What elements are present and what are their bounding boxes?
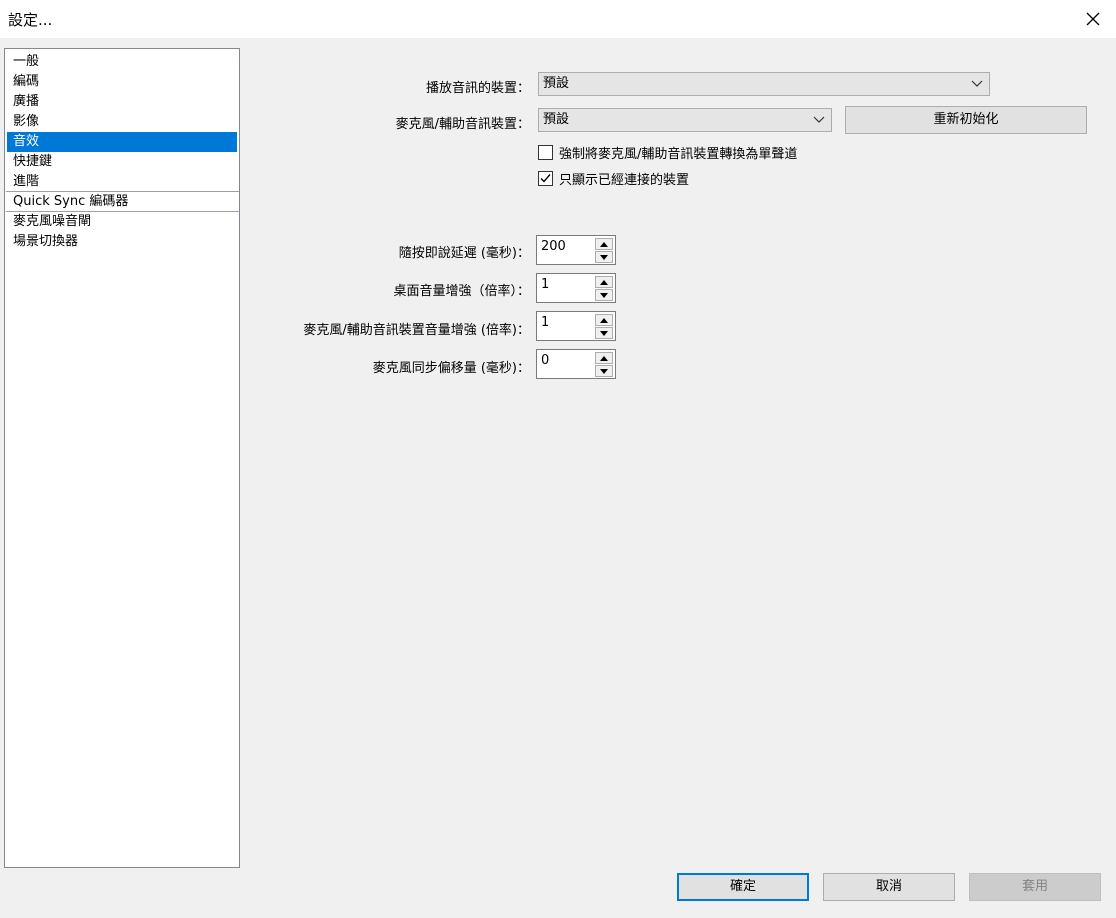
spin-down-button[interactable] [595, 327, 613, 339]
mic-device-label: 麥克風/輔助音訊裝置： [395, 117, 530, 132]
desktop-boost-label: 桌面音量增強（倍率）： [393, 284, 530, 299]
checkmark-icon [540, 173, 551, 183]
sidebar-item-general[interactable]: 一般 [7, 52, 237, 72]
only-connected-label: 只顯示已經連接的裝置 [559, 172, 690, 188]
desktop-boost-spinbox[interactable]: 1 [536, 273, 616, 303]
sidebar-item-broadcast[interactable]: 廣播 [7, 92, 237, 112]
mic-boost-spinbox[interactable]: 1 [536, 311, 616, 341]
spin-up-button[interactable] [595, 314, 613, 326]
reinitialize-button[interactable]: 重新初始化 [845, 106, 1087, 134]
mic-offset-label: 麥克風同步偏移量 (毫秒)： [372, 361, 530, 376]
mic-boost-label: 麥克風/輔助音訊裝置音量增強 (倍率)： [303, 323, 530, 338]
spin-down-button[interactable] [595, 251, 613, 263]
arrow-down-icon [600, 368, 608, 374]
sidebar-item-noise-gate[interactable]: 麥克風噪音閘 [7, 212, 237, 232]
arrow-down-icon [600, 330, 608, 336]
sidebar-item-video[interactable]: 影像 [7, 112, 237, 132]
only-connected-option[interactable]: 只顯示已經連接的裝置 [538, 169, 690, 188]
arrow-down-icon [600, 254, 608, 260]
chevron-down-icon [813, 116, 825, 123]
arrow-up-icon [600, 241, 608, 247]
window-title: 設定... [8, 11, 53, 29]
cancel-button[interactable]: 取消 [823, 873, 955, 901]
sidebar-item-quick-sync[interactable]: Quick Sync 編碼器 [7, 192, 237, 212]
close-icon [1086, 12, 1100, 26]
playback-device-select[interactable]: 預設 [538, 72, 990, 96]
playback-device-label: 播放音訊的裝置： [425, 81, 530, 96]
apply-button: 套用 [969, 873, 1101, 901]
mic-offset-value: 0 [541, 353, 550, 368]
sidebar-item-advanced[interactable]: 進階 [7, 172, 237, 192]
force-mono-option[interactable]: 強制將麥克風/輔助音訊裝置轉換為單聲道 [538, 143, 798, 162]
spin-up-button[interactable] [595, 276, 613, 288]
sidebar-item-encoding[interactable]: 編碼 [7, 72, 237, 92]
ok-button[interactable]: 確定 [677, 873, 809, 901]
arrow-up-icon [600, 279, 608, 285]
mic-device-value: 預設 [543, 112, 570, 127]
close-button[interactable] [1070, 0, 1116, 38]
mic-boost-value: 1 [541, 315, 550, 330]
mic-offset-spinbox[interactable]: 0 [536, 349, 616, 379]
mic-device-select[interactable]: 預設 [538, 108, 832, 132]
playback-device-value: 預設 [543, 76, 570, 91]
only-connected-checkbox[interactable] [538, 170, 553, 186]
chevron-down-icon [971, 80, 983, 87]
settings-category-list[interactable]: 一般 編碼 廣播 影像 音效 快捷鍵 進階 Quick Sync 編碼器 麥克風… [4, 48, 240, 868]
spin-down-button[interactable] [595, 289, 613, 301]
desktop-boost-value: 1 [541, 277, 550, 292]
spin-up-button[interactable] [595, 352, 613, 364]
ptt-delay-value: 200 [541, 239, 566, 254]
arrow-up-icon [600, 355, 608, 361]
force-mono-label: 強制將麥克風/輔助音訊裝置轉換為單聲道 [559, 146, 798, 162]
ptt-delay-label: 隨按即說延遲 (毫秒)： [398, 246, 530, 261]
arrow-up-icon [600, 317, 608, 323]
sidebar-item-audio[interactable]: 音效 [7, 132, 237, 152]
sidebar-item-scene-switcher[interactable]: 場景切換器 [7, 232, 237, 252]
spin-up-button[interactable] [595, 238, 613, 250]
spin-down-button[interactable] [595, 365, 613, 377]
arrow-down-icon [600, 292, 608, 298]
sidebar-item-hotkeys[interactable]: 快捷鍵 [7, 152, 237, 172]
title-bar: 設定... [0, 0, 1116, 38]
ptt-delay-spinbox[interactable]: 200 [536, 235, 616, 265]
force-mono-checkbox[interactable] [538, 144, 553, 160]
